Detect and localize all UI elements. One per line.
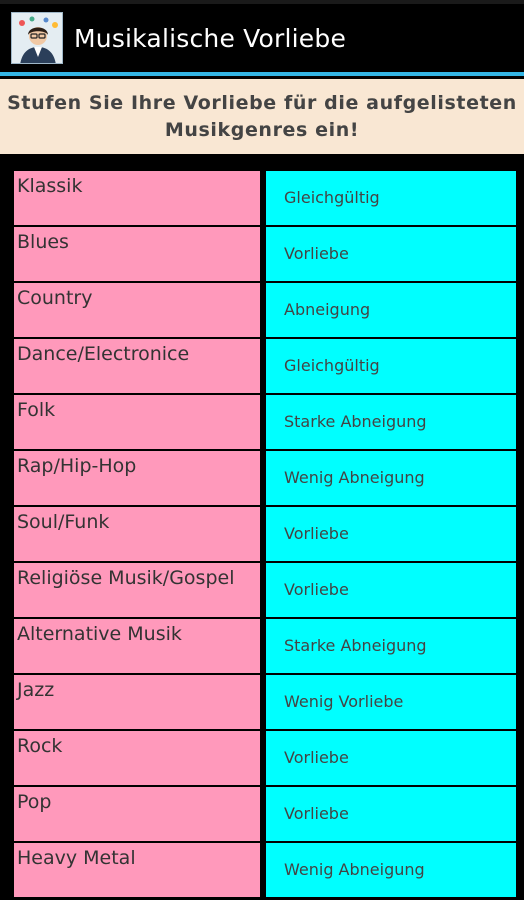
list-item-rap: Rap/Hip-Hop Wenig Abneigung [14,450,516,506]
rating-selector[interactable]: Starke Abneigung [266,619,516,673]
list-item-heavy-metal: Heavy Metal Wenig Abneigung [14,842,516,898]
rating-selector[interactable]: Vorliebe [266,731,516,785]
list-item-klassik: Klassik Gleichgültig [14,170,516,226]
list-item-blues: Blues Vorliebe [14,226,516,282]
rating-selector[interactable]: Vorliebe [266,563,516,617]
person-avatar-icon[interactable] [11,12,63,64]
genre-label: Rap/Hip-Hop [14,451,260,505]
list-item-soul: Soul/Funk Vorliebe [14,506,516,562]
list-item-dance: Dance/Electronice Gleichgültig [14,338,516,394]
list-item-alternative: Alternative Musik Starke Abneigung [14,618,516,674]
genre-label: Religiöse Musik/Gospel [14,563,260,617]
list-item-jazz: Jazz Wenig Vorliebe [14,674,516,730]
list-item-pop: Pop Vorliebe [14,786,516,842]
list-item-rock: Rock Vorliebe [14,730,516,786]
app-title: Musikalische Vorliebe [74,23,347,53]
list-item-folk: Folk Starke Abneigung [14,394,516,450]
genre-label: Rock [14,731,260,785]
rating-selector[interactable]: Vorliebe [266,227,516,281]
action-bar-divider [0,72,524,76]
genre-label: Klassik [14,171,260,225]
rating-selector[interactable]: Abneigung [266,283,516,337]
genre-label: Dance/Electronice [14,339,260,393]
action-bar: Musikalische Vorliebe [0,4,524,72]
genre-label: Jazz [14,675,260,729]
rating-selector[interactable]: Wenig Abneigung [266,451,516,505]
rating-selector[interactable]: Gleichgültig [266,339,516,393]
genre-label: Heavy Metal [14,843,260,897]
rating-selector[interactable]: Starke Abneigung [266,395,516,449]
rating-selector[interactable]: Vorliebe [266,507,516,561]
genre-label: Pop [14,787,260,841]
genre-label: Alternative Musik [14,619,260,673]
genre-label: Blues [14,227,260,281]
rating-selector[interactable]: Wenig Abneigung [266,843,516,897]
genre-label: Folk [14,395,260,449]
list-item-country: Country Abneigung [14,282,516,338]
rating-selector[interactable]: Wenig Vorliebe [266,675,516,729]
rating-selector[interactable]: Gleichgültig [266,171,516,225]
instruction-banner: Stufen Sie Ihre Vorliebe für die aufgeli… [0,79,524,154]
banner-line-2: Musikgenres ein! [164,119,360,141]
rating-selector[interactable]: Vorliebe [266,787,516,841]
banner-line-1: Stufen Sie Ihre Vorliebe für die aufgeli… [7,92,517,114]
genre-list: Klassik Gleichgültig Blues Vorliebe Coun… [14,170,516,898]
genre-label: Soul/Funk [14,507,260,561]
list-item-gospel: Religiöse Musik/Gospel Vorliebe [14,562,516,618]
genre-label: Country [14,283,260,337]
